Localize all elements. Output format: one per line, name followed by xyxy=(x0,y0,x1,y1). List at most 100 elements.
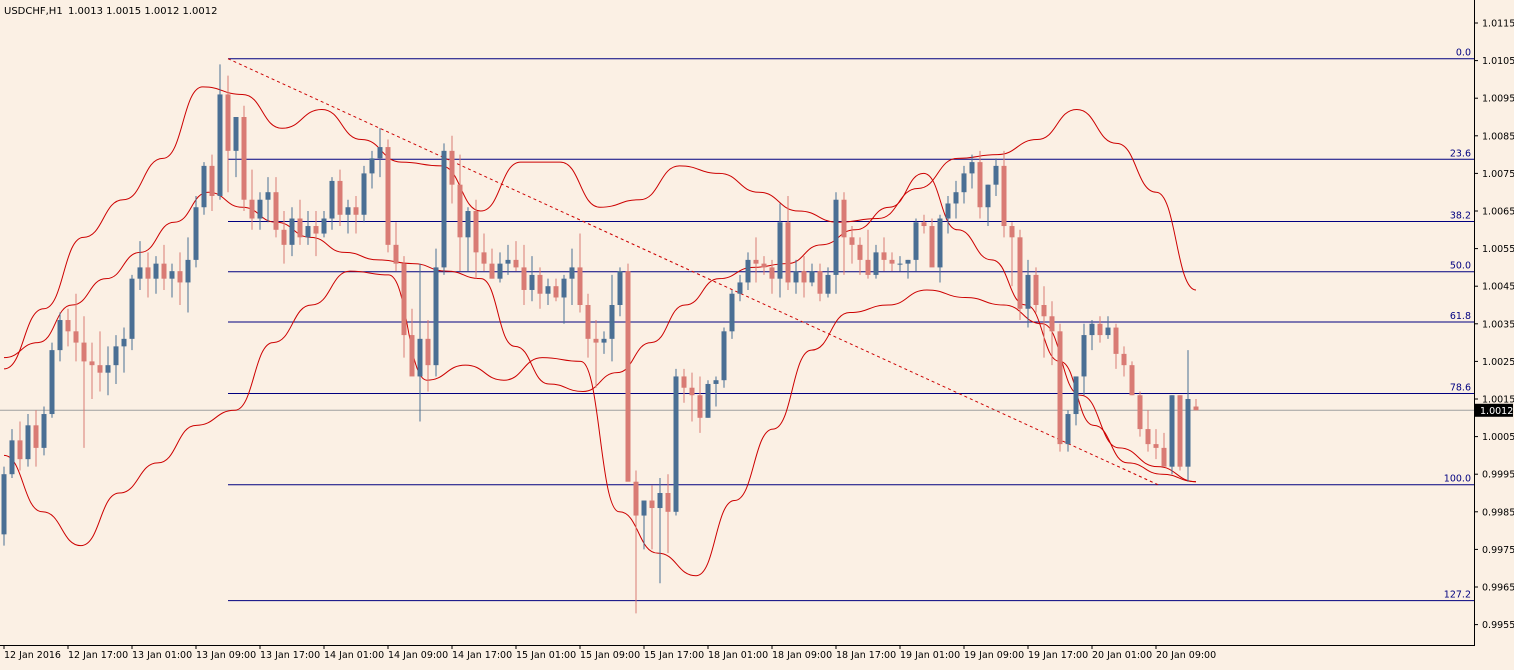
time-tick-label: 14 Jan 17:00 xyxy=(452,650,512,661)
price-tick-label: 0.9975 xyxy=(1482,545,1514,556)
bull-candle xyxy=(1065,414,1071,445)
bull-candle xyxy=(569,267,575,279)
bear-candle xyxy=(857,244,863,260)
bear-candle xyxy=(489,263,495,279)
bull-candle xyxy=(121,338,127,347)
bull-candle xyxy=(745,259,751,283)
bull-candle xyxy=(1,474,7,535)
fib-level-label: 0.0 xyxy=(1456,48,1471,59)
bull-candle xyxy=(913,222,919,260)
bear-candle xyxy=(625,271,631,482)
bull-candle xyxy=(673,376,679,512)
price-tick-label: 1.0115 xyxy=(1482,19,1514,30)
price-tick-label: 1.0055 xyxy=(1482,244,1514,255)
chart-window[interactable]: 0.0 23.6 38.2 50.0 61.8 78.6 100.0 127.2 1.0115… xyxy=(0,0,1514,666)
bear-candle xyxy=(697,395,703,418)
bear-candle xyxy=(1121,353,1127,366)
bear-candle xyxy=(393,244,399,264)
bull-candle xyxy=(937,218,943,268)
bull-candle xyxy=(193,207,199,260)
fib-level-label: 78.6 xyxy=(1450,383,1471,394)
bear-candle xyxy=(81,342,87,362)
bull-candle xyxy=(345,207,351,215)
bull-candle xyxy=(257,199,263,219)
price-tick-label: 1.0085 xyxy=(1482,131,1514,142)
bull-candle xyxy=(57,320,63,351)
bull-candle xyxy=(329,180,335,219)
bull-candle xyxy=(1089,323,1095,336)
time-tick-label: 13 Jan 09:00 xyxy=(196,650,256,661)
time-tick-label: 13 Jan 17:00 xyxy=(260,650,320,661)
bear-candle xyxy=(409,335,415,377)
bull-candle xyxy=(505,259,511,264)
bear-candle xyxy=(585,305,591,339)
fib-level-label: 38.2 xyxy=(1450,210,1471,221)
bear-candle xyxy=(1161,447,1167,467)
fib-level-label: 127.2 xyxy=(1444,590,1471,601)
bull-candle xyxy=(897,263,903,265)
price-tick-label: 1.0075 xyxy=(1482,169,1514,180)
bull-candle xyxy=(961,173,967,193)
bull-candle xyxy=(545,286,551,294)
time-tick-label: 18 Jan 01:00 xyxy=(708,650,768,661)
time-tick-label: 19 Jan 09:00 xyxy=(964,650,1024,661)
bear-candle xyxy=(849,237,855,245)
bear-candle xyxy=(473,211,479,253)
time-tick-label: 20 Jan 01:00 xyxy=(1092,650,1152,661)
bear-candle xyxy=(249,199,255,219)
time-tick-label: 14 Jan 01:00 xyxy=(324,650,384,661)
bull-candle xyxy=(793,271,799,283)
bull-candle xyxy=(1081,335,1087,377)
bull-candle xyxy=(113,346,119,366)
fib-level-label: 100.0 xyxy=(1444,474,1471,485)
bull-candle xyxy=(1169,395,1175,467)
bull-candle xyxy=(41,414,47,448)
bull-candle xyxy=(153,263,159,279)
price-chart[interactable]: 0.0 23.6 38.2 50.0 61.8 78.6 100.0 127.2 1.0115… xyxy=(0,0,1514,666)
price-tick-label: 1.0095 xyxy=(1482,94,1514,105)
bear-candle xyxy=(209,165,215,196)
bear-candle xyxy=(313,226,319,234)
time-tick-label: 14 Jan 09:00 xyxy=(388,650,448,661)
bear-candle xyxy=(553,286,559,298)
bear-candle xyxy=(297,218,303,238)
bull-candle xyxy=(137,267,143,279)
fib-level-label: 50.0 xyxy=(1450,261,1471,272)
price-tick-label: 1.0105 xyxy=(1482,56,1514,67)
bear-candle xyxy=(1057,331,1063,445)
bear-candle xyxy=(1001,165,1007,227)
bull-candle xyxy=(305,226,311,238)
bear-candle xyxy=(1145,429,1151,445)
bear-candle xyxy=(457,184,463,238)
bull-candle xyxy=(729,293,735,332)
bear-candle xyxy=(801,271,807,283)
bear-candle xyxy=(225,94,231,151)
current-price-tag: 1.0012 xyxy=(1475,403,1513,417)
bull-candle xyxy=(873,252,879,275)
bear-candle xyxy=(1129,365,1135,396)
bull-candle xyxy=(985,184,991,208)
bear-candle xyxy=(633,481,639,516)
time-tick-label: 19 Jan 01:00 xyxy=(900,650,960,661)
bull-candle xyxy=(601,338,607,343)
price-tick-label: 0.9955 xyxy=(1482,620,1514,631)
bull-candle xyxy=(993,165,999,185)
bear-candle xyxy=(177,271,183,283)
bear-candle xyxy=(889,259,895,264)
bull-candle xyxy=(529,274,535,290)
bear-candle xyxy=(1009,226,1015,238)
bear-candle xyxy=(681,376,687,388)
bull-candle xyxy=(705,383,711,418)
bear-candle xyxy=(521,267,527,290)
bull-candle xyxy=(825,274,831,294)
bear-candle xyxy=(17,440,23,460)
time-tick-label: 15 Jan 09:00 xyxy=(580,650,640,661)
bull-candle xyxy=(969,162,975,174)
bear-candle xyxy=(97,365,103,373)
bear-candle xyxy=(1041,305,1047,317)
bull-candle xyxy=(465,211,471,238)
bull-candle xyxy=(417,338,423,377)
bear-candle xyxy=(353,207,359,215)
bear-candle xyxy=(1137,395,1143,430)
bear-candle xyxy=(921,222,927,227)
